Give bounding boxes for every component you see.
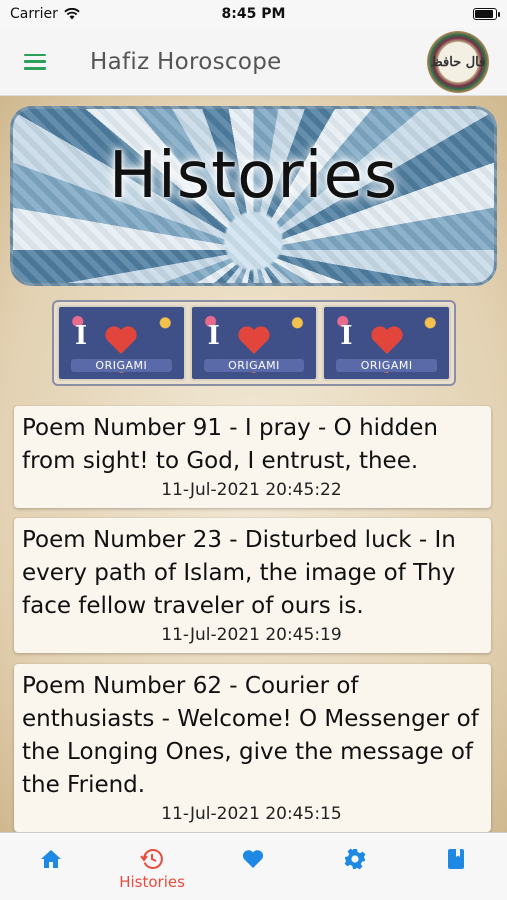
history-item-date: 11-Jul-2021 20:45:22 — [161, 480, 342, 500]
history-item-title: Poem Number 62 - Courier of enthusiasts … — [22, 673, 479, 798]
heart-icon — [105, 326, 137, 354]
bottom-tab-bar: Histories — [0, 832, 507, 900]
tab-favorites[interactable] — [213, 847, 293, 871]
gear-icon — [344, 848, 366, 870]
banner-title: Histories — [108, 139, 399, 213]
hafiz-logo: فال حافظ — [427, 31, 489, 93]
history-item-date: 11-Jul-2021 20:45:15 — [161, 804, 342, 824]
carrier-label: Carrier — [10, 6, 58, 22]
origami-tile: I ORIGAMI — [189, 305, 319, 381]
tab-home[interactable] — [11, 847, 91, 871]
book-icon — [448, 849, 465, 869]
history-item-title: Poem Number 91 - I pray - O hidden from … — [22, 415, 438, 474]
origami-tile: I ORIGAMI — [57, 305, 186, 381]
history-item[interactable]: Poem Number 91 - I pray - O hidden from … — [14, 406, 491, 508]
battery-icon — [473, 8, 500, 20]
history-item[interactable]: Poem Number 62 - Courier of enthusiasts … — [14, 664, 491, 832]
status-time: 8:45 PM — [221, 6, 286, 22]
app-title: Hafiz Horoscope — [90, 48, 282, 75]
origami-tile: I ORIGAMI — [322, 305, 452, 381]
histories-banner: Histories — [10, 106, 497, 286]
history-icon — [140, 849, 163, 869]
hamburger-menu-icon[interactable] — [24, 53, 46, 70]
wifi-icon — [64, 8, 80, 20]
history-item-title: Poem Number 23 - Disturbed luck - In eve… — [22, 527, 456, 619]
home-icon — [40, 850, 61, 868]
history-item[interactable]: Poem Number 23 - Disturbed luck - In eve… — [14, 518, 491, 653]
tab-book[interactable] — [416, 847, 496, 871]
tab-histories[interactable]: Histories — [112, 847, 192, 891]
tab-settings[interactable] — [315, 847, 395, 871]
history-item-date: 11-Jul-2021 20:45:19 — [161, 625, 342, 645]
origami-ad-banner[interactable]: I ORIGAMI I ORIGAMI I ORIGAMI — [52, 300, 456, 386]
heart-icon — [238, 326, 270, 354]
tab-histories-label: Histories — [119, 873, 185, 891]
content-area: Histories I ORIGAMI I ORIGAMI I ORIGAMI … — [0, 96, 507, 832]
heart-icon — [243, 850, 264, 868]
heart-icon — [371, 326, 403, 354]
status-bar: Carrier 8:45 PM — [0, 0, 507, 28]
app-header: Hafiz Horoscope فال حافظ — [0, 28, 507, 96]
